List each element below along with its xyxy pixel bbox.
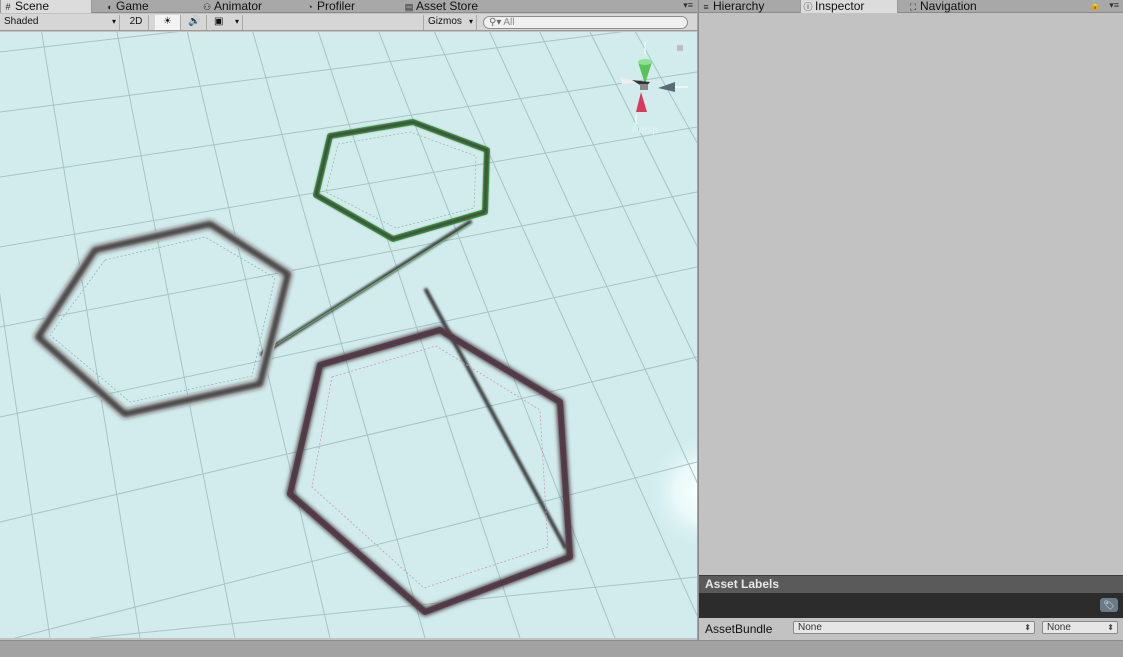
- lock-icon[interactable]: 🔒: [1090, 0, 1101, 11]
- inspector-panel: ≡ Hierarchy ⓘ Inspector ⛶ Navigation 🔒 ▾≡ A…: [698, 0, 1123, 640]
- tab-game[interactable]: ◖ Game: [102, 0, 182, 13]
- assetbundle-row: AssetBundle None None: [699, 618, 1123, 640]
- status-bar: [0, 640, 1123, 657]
- grid-icon: #: [5, 2, 11, 12]
- scene-toolbar: Shaded 2D ☀ 🔊 ▣ Gizmos ⚲▾All: [0, 14, 697, 31]
- tab-inspector-label: Inspector: [815, 0, 865, 13]
- info-icon: ⓘ: [803, 2, 813, 12]
- navigation-icon: ⛶: [909, 2, 917, 12]
- inspector-tabbar: ≡ Hierarchy ⓘ Inspector ⛶ Navigation 🔒 ▾≡: [699, 0, 1123, 13]
- scene-tabbar: # Scene ◖ Game ⚇ Animator ◔ Profiler ▤ Asset …: [0, 0, 697, 13]
- gizmo-lock-icon[interactable]: [677, 45, 683, 51]
- tab-hierarchy-label: Hierarchy: [713, 0, 765, 13]
- scene-view-canvas[interactable]: [0, 32, 697, 638]
- tag-icon[interactable]: 🏷: [1100, 598, 1118, 612]
- scene-panel: # Scene ◖ Game ⚇ Animator ◔ Profiler ▤ Asset …: [0, 0, 697, 640]
- search-icon: ⚲▾: [489, 17, 502, 28]
- panel-menu-icon[interactable]: ▾≡: [683, 0, 693, 11]
- hierarchy-icon: ≡: [703, 2, 709, 12]
- projection-label[interactable]: Persp: [632, 125, 658, 136]
- tab-animator-label: Animator: [214, 0, 263, 13]
- lighting-toggle-icon[interactable]: ☀: [155, 15, 181, 30]
- draw-mode-dropdown[interactable]: Shaded: [0, 15, 120, 30]
- profiler-icon: ◔: [307, 2, 313, 12]
- tab-scene-label: Scene: [15, 0, 50, 13]
- assetbundle-variant-select[interactable]: None: [1042, 621, 1118, 634]
- tab-inspector[interactable]: ⓘ Inspector: [800, 0, 898, 13]
- toggle-2d-button[interactable]: 2D: [124, 15, 149, 30]
- tab-game-label: Game: [116, 0, 149, 13]
- search-placeholder: All: [503, 17, 515, 28]
- inspector-menu-icon[interactable]: ▾≡: [1109, 0, 1119, 11]
- store-icon: ▤: [404, 2, 414, 12]
- effects-dropdown-icon[interactable]: ▣: [209, 15, 243, 30]
- scene-search-input[interactable]: ⚲▾ All: [483, 16, 688, 29]
- pacman-icon: ◖: [106, 2, 112, 12]
- tab-animator[interactable]: ⚇ Animator: [200, 0, 290, 13]
- animator-icon: ⚇: [202, 2, 212, 12]
- tab-hierarchy[interactable]: ≡ Hierarchy: [699, 0, 799, 13]
- assetbundle-select[interactable]: None: [793, 621, 1035, 634]
- tab-asset-store-label: Asset Store: [416, 0, 479, 13]
- unity-editor: # Scene ◖ Game ⚇ Animator ◔ Profiler ▤ Asset …: [0, 0, 1123, 657]
- tab-profiler[interactable]: ◔ Profiler: [303, 0, 383, 13]
- asset-labels-area: 🏷: [699, 593, 1123, 618]
- audio-toggle-icon[interactable]: 🔊: [183, 15, 207, 30]
- gizmos-dropdown[interactable]: Gizmos: [423, 15, 477, 30]
- tab-navigation-label: Navigation: [920, 0, 977, 13]
- tab-asset-store[interactable]: ▤ Asset Store: [402, 0, 502, 13]
- tab-navigation[interactable]: ⛶ Navigation: [906, 0, 1006, 13]
- tab-profiler-label: Profiler: [317, 0, 356, 13]
- asset-labels-header[interactable]: Asset Labels: [699, 575, 1123, 593]
- tab-scene[interactable]: # Scene: [0, 0, 92, 13]
- scene-viewport[interactable]: Persp: [0, 32, 697, 638]
- assetbundle-label: AssetBundle: [705, 622, 773, 636]
